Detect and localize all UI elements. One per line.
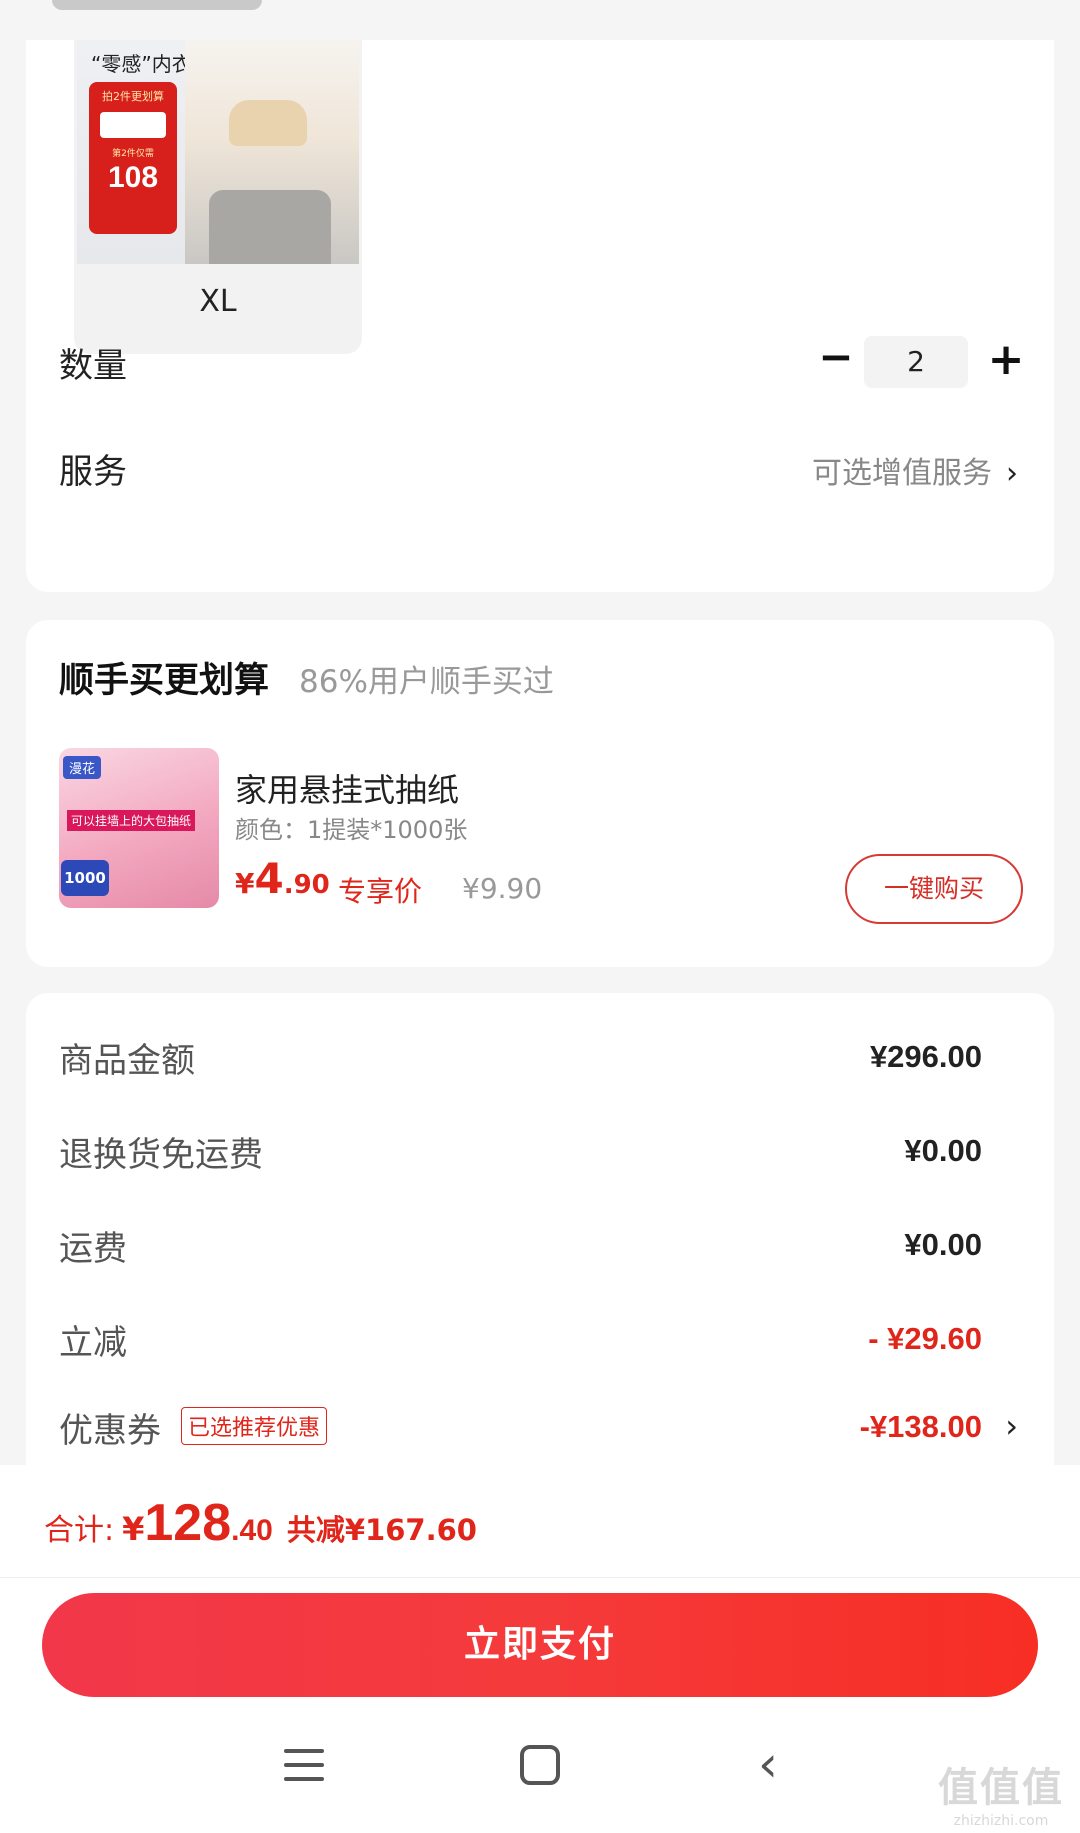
summary-label: 运费 <box>59 1229 127 1269</box>
sku-model-photo <box>185 40 359 264</box>
coupon-recommended-tag: 已选推荐优惠 <box>181 1407 328 1445</box>
previous-sku-tile-edge <box>52 0 262 10</box>
addon-price-tag: 专享价 <box>338 875 423 908</box>
service-label: 服务 <box>59 452 127 492</box>
summary-value-discount: - ¥29.60 <box>868 1321 982 1356</box>
quantity-input[interactable]: 2 <box>864 336 968 388</box>
sku-promo-price: 108 <box>107 161 159 194</box>
sku-promo-line2: 第2件仅需 <box>112 149 154 159</box>
watermark-text: 值值值 <box>938 1765 1064 1811</box>
addon-thumb-badge: 1000 <box>61 860 109 896</box>
sku-option-tile[interactable]: “零感”内衣 拍2件更划算 第2件仅需 108 XL <box>74 40 362 354</box>
total-currency: ¥ <box>122 1510 145 1548</box>
addon-thumb-text: 可以挂墙上的大包抽纸 <box>67 810 196 831</box>
addon-subtitle: 86%用户顺手买过 <box>299 664 554 700</box>
total-integer: 128 <box>144 1494 232 1552</box>
sku-brand-text: “零感”内衣 <box>91 52 192 76</box>
addon-product-name[interactable]: 家用悬挂式抽纸 <box>235 765 459 811</box>
quantity-decrease-button[interactable]: − <box>816 336 856 380</box>
service-selector[interactable]: 可选增值服务 › <box>812 448 1018 492</box>
summary-value: ¥0.00 <box>904 1227 982 1262</box>
summary-row: 退换货免运费 ¥0.00 <box>26 1127 1054 1187</box>
footer-divider <box>0 1577 1080 1578</box>
addon-product-image[interactable]: 漫花 可以挂墙上的大包抽纸 1000 <box>59 748 219 908</box>
spec-card: “零感”内衣 拍2件更划算 第2件仅需 108 XL 数量 − 2 + 服务 可… <box>26 40 1054 592</box>
recent-apps-icon[interactable] <box>284 1749 324 1783</box>
summary-value: ¥0.00 <box>904 1133 982 1168</box>
summary-label: 立减 <box>59 1323 127 1363</box>
back-icon[interactable]: ‹ <box>758 1739 778 1789</box>
coupon-row[interactable]: 优惠券 已选推荐优惠 -¥138.00 › <box>26 1403 1054 1463</box>
total-label: 合计: <box>44 1513 115 1548</box>
addon-original-price: ¥9.90 <box>462 872 543 905</box>
sku-promo-swatch <box>100 112 166 138</box>
sku-product-image: “零感”内衣 拍2件更划算 第2件仅需 108 <box>77 40 359 264</box>
total-saved: 共减¥167.60 <box>286 1513 477 1547</box>
addon-card: 顺手买更划算 86%用户顺手买过 漫花 可以挂墙上的大包抽纸 1000 家用悬挂… <box>26 620 1054 967</box>
summary-label: 退换货免运费 <box>59 1135 263 1175</box>
summary-row: 运费 ¥0.00 <box>26 1221 1054 1281</box>
one-click-buy-button[interactable]: 一键购买 <box>845 854 1023 924</box>
total-line: 合计: ¥128.40 共减¥167.60 <box>44 1493 477 1553</box>
coupon-label: 优惠券 <box>59 1411 161 1451</box>
summary-value: ¥296.00 <box>869 1039 982 1074</box>
addon-price-decimal: .90 <box>283 870 330 900</box>
chevron-right-icon: › <box>1005 1407 1018 1445</box>
system-nav-bar: ‹ <box>0 1733 1080 1833</box>
sku-promo-badge: 拍2件更划算 第2件仅需 108 <box>89 82 177 234</box>
addon-price-integer: 4 <box>254 854 284 903</box>
addon-price-currency: ¥ <box>235 867 255 900</box>
summary-row: 商品金额 ¥296.00 <box>26 1033 1054 1093</box>
coupon-value: -¥138.00 <box>859 1409 982 1444</box>
summary-label: 商品金额 <box>59 1041 195 1081</box>
sku-promo-line1: 拍2件更划算 <box>102 90 164 103</box>
addon-title: 顺手买更划算 <box>59 661 270 701</box>
total-decimal: .40 <box>231 1514 273 1547</box>
pay-now-button[interactable]: 立即支付 <box>42 1593 1038 1697</box>
service-selector-text: 可选增值服务 <box>812 456 992 491</box>
sku-size-label: XL <box>199 284 237 319</box>
addon-product-spec: 颜色：1提装*1000张 <box>235 816 468 844</box>
quantity-label: 数量 <box>59 346 127 386</box>
quantity-increase-button[interactable]: + <box>986 338 1026 384</box>
watermark-url: zhizhizhi.com <box>953 1813 1049 1829</box>
addon-price: ¥4.90 <box>235 854 330 903</box>
chevron-right-icon: › <box>1006 456 1018 491</box>
addon-thumb-brand: 漫花 <box>63 756 102 779</box>
summary-row: 立减 - ¥29.60 <box>26 1315 1054 1375</box>
watermark-logo: 值值值 zhizhizhi.com <box>928 1755 1074 1829</box>
home-icon[interactable] <box>520 1745 560 1785</box>
